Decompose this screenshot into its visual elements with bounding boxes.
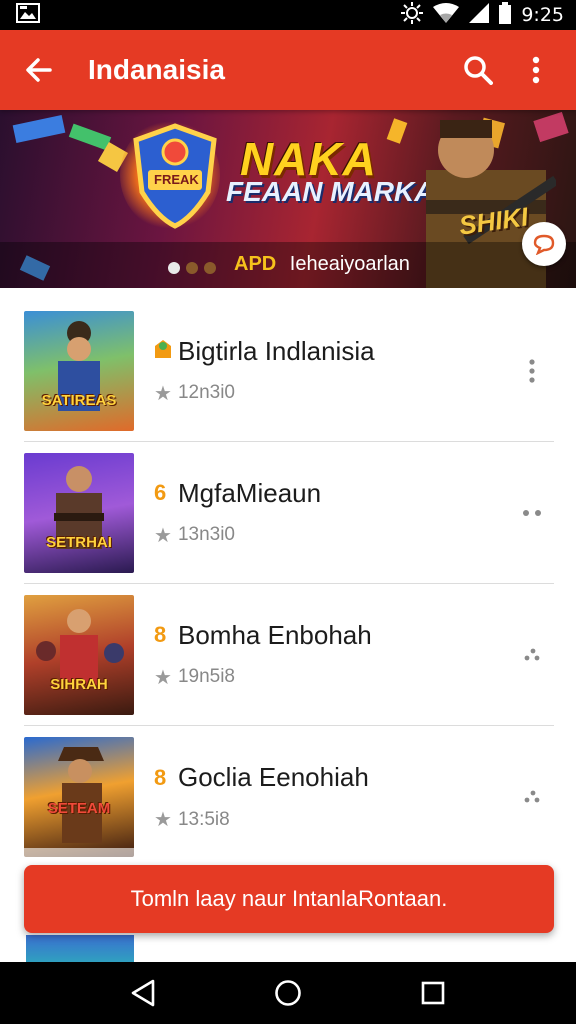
item-info: 8 Goclia Eenohiah ★ 13:5i8 — [154, 762, 554, 832]
item-meta: ★ 12n3i0 — [154, 381, 554, 406]
page-dot — [204, 262, 216, 274]
status-right: 9:25 — [401, 1, 564, 29]
item-name-row: 8 Bomha Enbohah — [154, 620, 554, 651]
banner-page-indicator — [168, 262, 216, 274]
item-name: Bigtirla Indlanisia — [178, 335, 375, 366]
star-icon: ★ — [154, 382, 172, 405]
item-meta: ★ 13n3i0 — [154, 523, 554, 548]
thumbnail-title: SETEAM — [47, 800, 111, 817]
item-info: 6 MgfaMieaun ★ 13n3i0 — [154, 478, 554, 548]
thumbnail-title: SIHRAH — [50, 675, 108, 693]
back-button[interactable] — [18, 50, 58, 90]
nav-home-button[interactable] — [266, 971, 310, 1015]
page-dot — [186, 262, 198, 274]
item-more-button[interactable] — [520, 495, 544, 531]
circle-home-icon — [275, 980, 301, 1006]
item-meta: ★ 19n5i8 — [154, 665, 554, 690]
item-info: 8 Bomha Enbohah ★ 19n5i8 — [154, 620, 554, 690]
status-left — [16, 2, 40, 29]
list-item[interactable]: SATIREAS Bigtirla Indlanisia ★ 12n3i0 — [24, 300, 554, 442]
gallery-notification-icon — [16, 2, 40, 29]
search-icon — [464, 56, 493, 85]
snackbar-button[interactable]: Tomln laay naur IntanlaRontaan. — [24, 865, 554, 933]
item-badge: 8 — [154, 764, 167, 790]
page-dot — [168, 262, 180, 274]
brightness-icon — [401, 1, 424, 29]
item-more-button[interactable] — [520, 637, 544, 673]
app-list: SATIREAS Bigtirla Indlanisia ★ 12n3i0 SE… — [24, 300, 554, 868]
app-bar: Indanaisia — [0, 30, 576, 110]
star-icon: ★ — [154, 666, 172, 689]
list-item[interactable]: SIHRAH 8 Bomha Enbohah ★ 19n5i8 — [24, 584, 554, 726]
thumbnail-title: SETRHAI — [46, 533, 112, 551]
item-rating: 13:5i8 — [177, 808, 230, 830]
list-item[interactable]: SETEAM 8 Goclia Eenohiah ★ 13:5i8 — [24, 726, 554, 868]
promo-banner[interactable]: FREAK NAKA FEAAN MARKAN SHIKI APD Ieheai… — [0, 110, 576, 288]
more-vert-icon — [532, 56, 540, 84]
more-icon — [524, 790, 540, 803]
banner-caption: APD Ieheaiyoarlan — [234, 253, 410, 276]
item-badge: 6 — [154, 480, 167, 505]
more-vert-icon — [529, 358, 535, 383]
item-info: Bigtirla Indlanisia ★ 12n3i0 — [154, 336, 554, 406]
verified-badge-icon — [154, 339, 174, 364]
star-icon: ★ — [154, 524, 172, 547]
item-thumbnail: SETEAM — [24, 737, 134, 857]
system-nav-bar — [0, 962, 576, 1024]
thumbnail-title: SATIREAS — [41, 391, 117, 409]
item-rating: 12n3i0 — [177, 382, 235, 403]
overflow-menu-button[interactable] — [514, 48, 558, 92]
item-badge: 8 — [154, 622, 167, 647]
more-icon — [524, 648, 540, 660]
chat-bubble-icon — [533, 234, 555, 255]
triangle-back-icon — [131, 979, 154, 1007]
item-more-button[interactable] — [520, 353, 544, 389]
item-meta: ★ 13:5i8 — [154, 807, 554, 832]
item-more-button[interactable] — [520, 779, 544, 815]
item-thumbnail-peek — [26, 935, 134, 962]
arrow-back-icon — [26, 58, 52, 82]
item-rating: 19n5i8 — [177, 666, 235, 687]
chat-button[interactable] — [522, 222, 566, 266]
item-name: Goclia Eenohiah — [178, 762, 369, 792]
item-name-row: 8 Goclia Eenohiah — [154, 762, 554, 793]
shield-badge-text: FREAK — [154, 172, 199, 187]
banner-caption-tag: APD — [234, 253, 277, 275]
item-name-row: Bigtirla Indlanisia — [154, 336, 554, 367]
signal-icon — [469, 2, 490, 28]
item-name-row: 6 MgfaMieaun — [154, 478, 554, 509]
more-horiz-icon — [523, 509, 541, 516]
item-thumbnail: SATIREAS — [24, 310, 134, 431]
item-rating: 13n3i0 — [177, 524, 235, 545]
wifi-icon — [433, 2, 460, 28]
battery-icon — [499, 1, 512, 29]
nav-recents-button[interactable] — [411, 971, 455, 1015]
square-recents-icon — [422, 981, 445, 1005]
banner-caption-text: Ieheaiyoarlan — [289, 253, 410, 275]
page-title: Indanaisia — [88, 54, 225, 85]
item-name: MgfaMieaun — [178, 477, 322, 508]
item-thumbnail: SIHRAH — [24, 594, 134, 715]
nav-back-button[interactable] — [121, 971, 165, 1015]
item-thumbnail: SETRHAI — [24, 452, 134, 573]
list-item[interactable]: SETRHAI 6 MgfaMieaun ★ 13n3i0 — [24, 442, 554, 584]
search-button[interactable] — [456, 48, 500, 92]
item-name: Bomha Enbohah — [178, 619, 372, 650]
star-icon: ★ — [154, 809, 172, 831]
status-bar: 9:25 — [0, 0, 576, 30]
clock-text: 9:25 — [521, 4, 564, 26]
